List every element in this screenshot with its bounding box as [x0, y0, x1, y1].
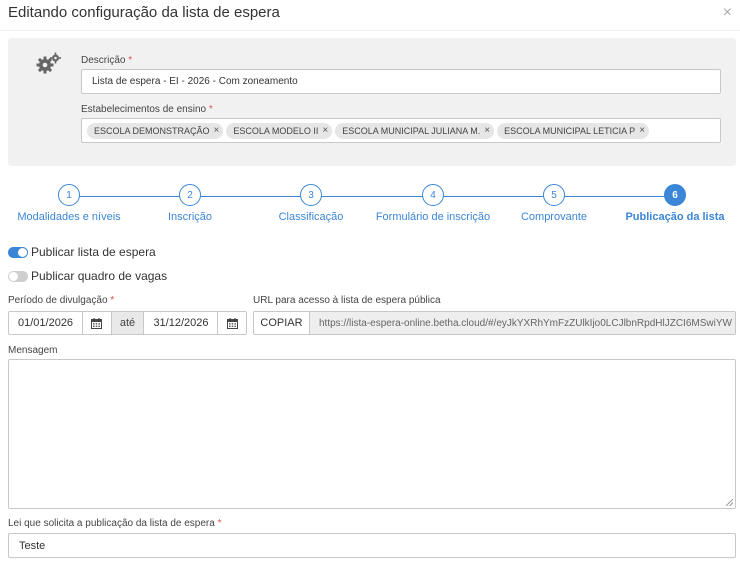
dialog-title: Editando configuração da lista de espera [8, 4, 280, 21]
calendar-icon[interactable] [81, 312, 111, 334]
chip-escola-modelo-ii: ESCOLA MODELO II × [226, 122, 333, 139]
chip-label: ESCOLA MODELO II [233, 125, 319, 136]
step-label: Formulário de inscrição [375, 211, 491, 223]
chip-escola-juliana: ESCOLA MUNICIPAL JULIANA M. × [335, 122, 495, 139]
publicar-lista-toggle[interactable] [8, 246, 28, 258]
periodo-label: Período de divulgação * [8, 295, 114, 306]
step-label: Modalidades e níveis [17, 211, 121, 223]
step-comprovante[interactable]: 5 Comprovante [489, 184, 619, 223]
step-number: 3 [300, 184, 322, 206]
estabelecimentos-label: Estabelecimentos de ensino * [81, 104, 213, 115]
step-label: Comprovante [520, 211, 588, 223]
url-label: URL para acesso à lista de espera públic… [253, 295, 441, 306]
copiar-button[interactable]: COPIAR [254, 312, 310, 334]
toggle-knob [9, 271, 18, 281]
step-formulario[interactable]: 4 Formulário de inscrição [368, 184, 498, 223]
gears-icon [36, 52, 61, 74]
chip-escola-demonstracao: ESCOLA DEMONSTRAÇÃO × [87, 122, 224, 139]
data-inicio-value: 01/01/2026 [18, 317, 74, 329]
periodo-date-range: 01/01/2026 até 31/12/2026 [8, 311, 247, 335]
step-modalidades[interactable]: 1 Modalidades e níveis [4, 184, 134, 223]
chip-escola-leticia: ESCOLA MUNICIPAL LETICIA P × [497, 122, 650, 139]
ate-separator: até [110, 312, 145, 334]
step-inscricao[interactable]: 2 Inscrição [125, 184, 255, 223]
chip-label: ESCOLA DEMONSTRAÇÃO [94, 125, 210, 136]
step-number: 5 [543, 184, 565, 206]
step-number: 1 [58, 184, 80, 206]
descricao-input[interactable]: Lista de espera - EI - 2026 - Com zoneam… [81, 69, 721, 94]
required-mark: * [208, 104, 213, 115]
calendar-icon[interactable] [217, 312, 246, 334]
publicar-lista-label: Publicar lista de espera [31, 245, 156, 259]
chip-label: ESCOLA MUNICIPAL LETICIA P [504, 125, 636, 136]
header-panel: Descrição * Lista de espera - EI - 2026 … [8, 38, 736, 166]
descricao-label-text: Descrição [81, 55, 126, 66]
chip-remove-icon[interactable]: × [322, 125, 328, 136]
close-icon[interactable]: × [723, 4, 732, 22]
step-number: 6 [664, 184, 686, 206]
step-publicacao[interactable]: 6 Publicação da lista [610, 184, 740, 223]
data-fim-value: 31/12/2026 [153, 317, 209, 329]
data-inicio-input[interactable]: 01/01/2026 [9, 312, 82, 334]
lei-value: Teste [19, 539, 46, 552]
lei-label: Lei que solicita a publicação da lista d… [8, 518, 222, 529]
publicar-quadro-toggle[interactable] [8, 270, 28, 282]
required-mark: * [217, 518, 222, 529]
url-value: https://lista-espera-online.betha.cloud/… [319, 317, 732, 329]
publicar-quadro-row: Publicar quadro de vagas [8, 269, 167, 283]
chip-label: ESCOLA MUNICIPAL JULIANA M. [342, 125, 481, 136]
step-number: 4 [422, 184, 444, 206]
estabelecimentos-label-text: Estabelecimentos de ensino [81, 104, 207, 115]
mensagem-textarea[interactable] [8, 359, 736, 509]
chip-remove-icon[interactable]: × [639, 125, 645, 136]
descricao-value: Lista de espera - EI - 2026 - Com zoneam… [92, 76, 298, 87]
url-field-group: COPIAR https://lista-espera-online.betha… [253, 311, 736, 335]
step-label: Classificação [278, 211, 344, 223]
calendar-glyph [226, 317, 238, 329]
step-classificacao[interactable]: 3 Classificação [246, 184, 376, 223]
lei-label-text: Lei que solicita a publicação da lista d… [8, 518, 215, 529]
publicar-lista-row: Publicar lista de espera [8, 245, 156, 259]
wizard-stepper: 1 Modalidades e níveis 2 Inscrição 3 Cla… [0, 184, 740, 228]
chip-remove-icon[interactable]: × [484, 125, 490, 136]
lei-input[interactable]: Teste [8, 533, 736, 558]
step-label: Inscrição [167, 211, 213, 223]
title-divider [0, 30, 740, 31]
mensagem-label: Mensagem [8, 345, 58, 356]
publicar-quadro-label: Publicar quadro de vagas [31, 269, 168, 283]
estabelecimentos-multiselect[interactable]: ESCOLA DEMONSTRAÇÃO × ESCOLA MODELO II ×… [81, 118, 721, 143]
periodo-label-text: Período de divulgação [8, 295, 108, 306]
step-number: 2 [179, 184, 201, 206]
data-fim-input[interactable]: 31/12/2026 [144, 312, 218, 334]
url-readonly-input[interactable]: https://lista-espera-online.betha.cloud/… [310, 312, 735, 334]
toggle-knob [18, 247, 27, 257]
required-mark: * [110, 295, 115, 306]
chip-remove-icon[interactable]: × [214, 125, 220, 136]
required-mark: * [128, 55, 133, 66]
step-label: Publicação da lista [625, 211, 725, 223]
calendar-glyph [91, 317, 103, 329]
descricao-label: Descrição * [81, 55, 132, 66]
resize-grip-icon[interactable] [726, 499, 733, 506]
